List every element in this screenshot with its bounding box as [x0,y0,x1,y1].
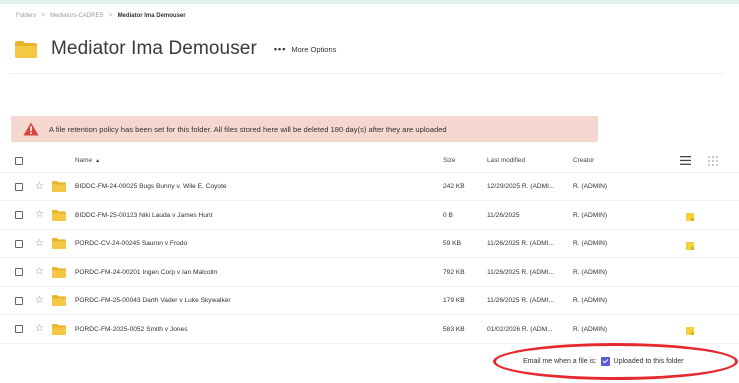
row-checkbox[interactable] [15,239,23,248]
table-header-row: Name ▲ Size Last modified Creator [0,149,739,173]
file-creator: R. (ADMIN) [573,325,608,333]
column-header-name[interactable]: Name ▲ [75,149,100,172]
column-header-modified[interactable]: Last modified [487,149,525,172]
table-row[interactable]: ☆ PORDC-FM-24-00201 Ingen Corp v Ian Mal… [0,259,739,287]
file-name[interactable]: PORDC-FM-24-00201 Ingen Corp v Ian Malco… [75,259,218,286]
breadcrumb: Folders > Mediators-CADRES > Mediator Im… [16,12,186,19]
top-strip [0,0,739,4]
warning-triangle-icon [23,122,39,136]
file-modified: 12/29/2025 R. (ADMI... [487,183,555,190]
row-checkbox[interactable] [15,325,23,333]
breadcrumb-item-current: Mediator Ima Demouser [117,12,186,19]
column-header-size[interactable]: Size [443,149,455,172]
list-view-icon[interactable] [680,149,691,172]
file-creator: R. (ADMIN) [573,211,608,219]
more-options-label: More Options [291,44,337,54]
folder-icon [52,238,66,249]
folder-icon [15,40,37,58]
star-icon[interactable]: ☆ [35,238,44,249]
row-checkbox[interactable] [15,268,23,276]
folder-icon [52,209,66,221]
file-name[interactable]: PORDC-FM-25-00043 Darth Vader v Luke Sky… [75,287,231,314]
folder-icon [52,295,66,306]
row-checkbox[interactable] [15,182,23,191]
row-checkbox[interactable] [15,211,23,219]
file-name[interactable]: BIDDC-FM-25-00123 Niki Lauda v James Hun… [75,202,212,229]
file-modified: 11/26/2025 R. (ADMI... [487,240,554,247]
breadcrumb-separator: > [41,12,46,19]
table-row[interactable]: ☆ BIDDC-FM-25-00123 Niki Lauda v James H… [0,202,739,230]
sticky-note-icon[interactable] [686,327,694,335]
sort-ascending-icon: ▲ [95,157,101,164]
file-name[interactable]: BIDDC-FM-24-00025 Bugs Bunny v. Wile E. … [75,173,227,200]
star-icon[interactable]: ☆ [35,267,44,277]
column-header-creator[interactable]: Creator [573,149,594,172]
file-creator: R. (ADMIN) [573,183,608,190]
file-modified: 11/26/2025 R. (ADMI... [487,297,554,304]
header-divider [10,73,725,74]
file-modified: 11/26/2025 [487,211,520,219]
row-checkbox[interactable] [15,296,23,305]
file-size: 59 KB [443,240,461,247]
breadcrumb-item-folders[interactable]: Folders [16,13,36,19]
file-creator: R. (ADMIN) [573,297,608,304]
file-size: 242 KB [443,183,465,190]
highlight-oval [493,343,738,380]
folder-icon [52,266,66,278]
table-row[interactable]: ☆ PORDC-FM-25-00043 Darth Vader v Luke S… [0,287,739,315]
sticky-note-icon[interactable] [686,213,694,221]
folder-icon [52,323,66,335]
star-icon[interactable]: ☆ [35,210,44,220]
star-icon[interactable]: ☆ [35,295,44,306]
file-size: 0 B [443,211,453,219]
breadcrumb-separator: > [108,12,113,19]
more-dots-icon: ••• [273,44,287,54]
file-size: 792 KB [443,268,465,276]
column-name-label: Name [75,157,93,164]
select-all-checkbox[interactable] [15,156,23,165]
file-creator: R. (ADMIN) [573,240,608,247]
breadcrumb-item-mediators[interactable]: Mediators-CADRES [50,13,103,19]
retention-message: A file retention policy has been set for… [49,124,447,134]
folder-header: Mediator Ima Demouser ••• More Options [15,36,336,62]
file-size: 583 KB [443,325,465,333]
table-row[interactable]: ☆ PORDC-CV-24-00245 Sauron v Frodo 59 KB… [0,230,739,258]
file-modified: 01/02/2026 R. (ADM... [487,325,553,333]
file-modified: 11/26/2025 R. (ADMI... [487,268,554,276]
file-name[interactable]: PORDC-FM-2025-0052 Smith v Jones [75,316,188,343]
retention-banner: A file retention policy has been set for… [11,116,598,142]
sticky-note-icon[interactable] [686,241,694,250]
file-name[interactable]: PORDC-CV-24-00245 Sauron v Frodo [75,230,187,257]
grid-view-icon[interactable] [708,149,718,172]
more-options-button[interactable]: ••• More Options [274,44,336,54]
star-icon[interactable]: ☆ [35,324,44,334]
file-size: 179 KB [443,297,465,304]
table-row[interactable]: ☆ PORDC-FM-2025-0052 Smith v Jones 583 K… [0,316,739,344]
folder-icon [52,181,66,192]
file-creator: R. (ADMIN) [573,268,608,276]
table-row[interactable]: ☆ BIDDC-FM-24-00025 Bugs Bunny v. Wile E… [0,173,739,201]
page-title: Mediator Ima Demouser [51,38,257,59]
star-icon[interactable]: ☆ [35,181,44,192]
